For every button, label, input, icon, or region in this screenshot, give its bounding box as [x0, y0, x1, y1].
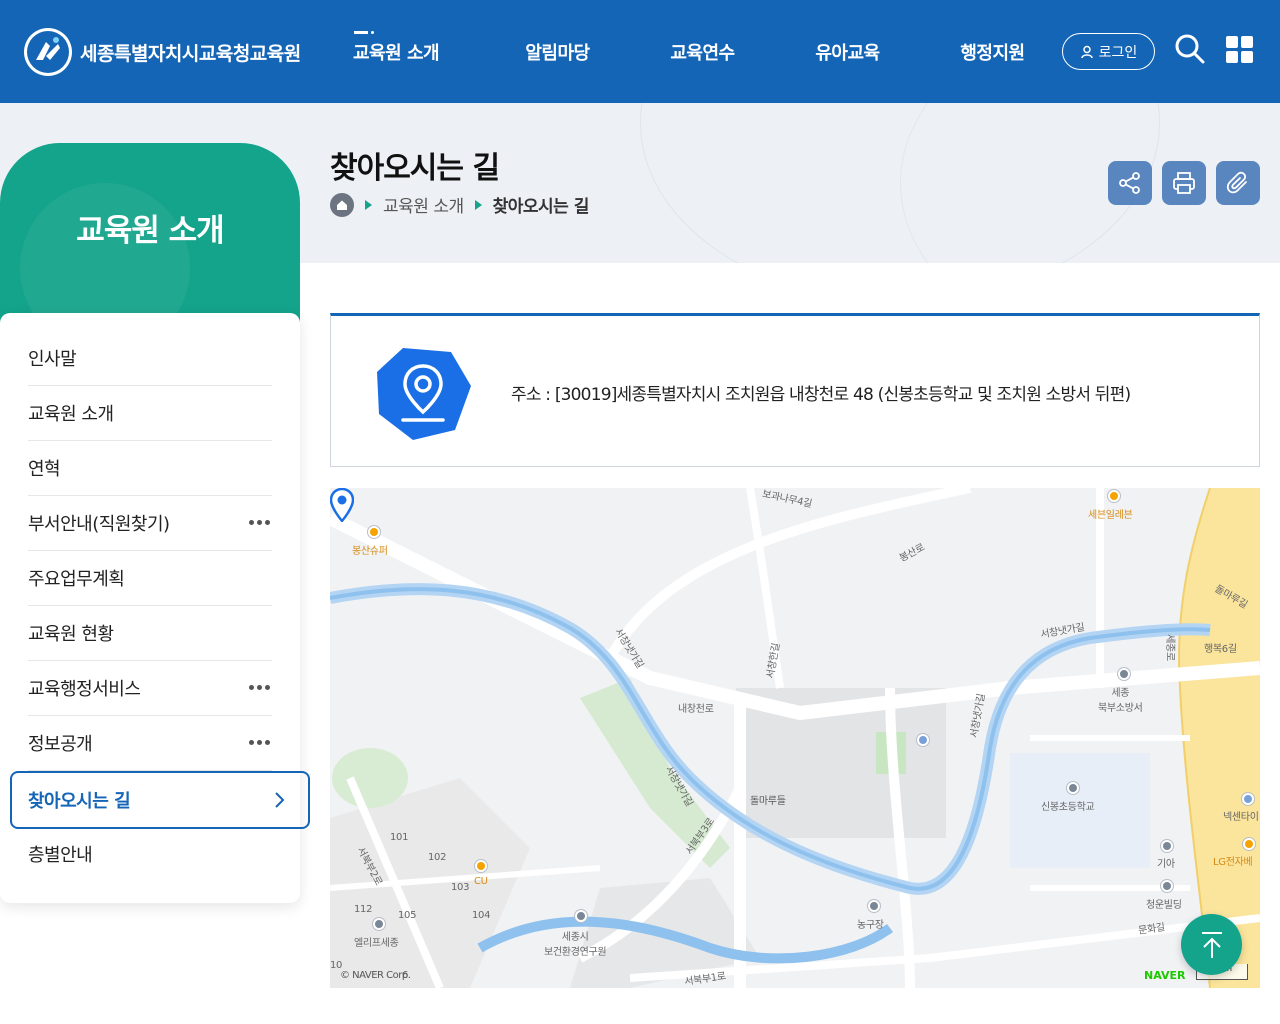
school-pin-icon[interactable] [1067, 782, 1079, 794]
gnb-item-intro[interactable]: 교육원 소개 [340, 0, 485, 103]
map-label: 112 [354, 904, 373, 915]
site-logo[interactable]: 세종특별자치시교육청교육원 [24, 28, 301, 76]
login-label: 로그인 [1098, 44, 1138, 61]
map-copyright: © NAVER Corp. [340, 970, 411, 981]
search-button[interactable] [1174, 33, 1206, 65]
parking-icon[interactable] [917, 734, 929, 746]
building-pin-icon[interactable] [1161, 880, 1173, 892]
location-pin-icon [377, 348, 471, 440]
lnb-item-disclosure[interactable]: 정보공개 [28, 716, 272, 771]
court-pin-icon[interactable] [868, 900, 880, 912]
map-label: 엘리프세종 [354, 938, 399, 949]
location-map[interactable]: 봉산슈퍼 세븐일레븐 보과나무4길 봉산로 서창냇가길 서창냇가길 서창냇가길 … [330, 488, 1260, 988]
destination-marker-icon[interactable] [330, 488, 354, 522]
store-pin-icon[interactable] [1243, 838, 1255, 850]
more-dots-icon[interactable] [249, 740, 270, 745]
breadcrumb: 교육원 소개 찾아오시는 길 [330, 192, 589, 217]
page-title: 찾아오시는 길 [330, 151, 500, 186]
address-text: 주소 : [30019]세종특별자치시 조치원읍 내창천로 48 (신봉초등학교… [511, 385, 1131, 405]
lnb-title: 교육원 소개 [76, 213, 224, 249]
map-label: 103 [451, 882, 470, 893]
store-pin-icon[interactable] [475, 860, 487, 872]
institute-pin-icon[interactable] [575, 910, 587, 922]
search-icon [1175, 34, 1205, 64]
gnb-item-admin[interactable]: 행정지원 [920, 0, 1065, 103]
naver-logo: NAVER [1144, 969, 1186, 982]
lnb-item-about[interactable]: 교육원 소개 [28, 386, 272, 441]
share-icon [1119, 172, 1140, 194]
grid-menu-icon[interactable] [1226, 36, 1253, 63]
map-label: 행복6길 [1204, 644, 1237, 655]
breadcrumb-arrow-icon [474, 199, 482, 210]
map-label: 세종 북부소방서 [1098, 688, 1143, 714]
site-header: 세종특별자치시교육청교육원 교육원 소개 알림마당 교육연수 유아교육 행정지원… [0, 0, 1280, 103]
store-pin-icon[interactable] [368, 526, 380, 538]
map-label: 봉산슈퍼 [352, 546, 388, 557]
gnb-item-notice[interactable]: 알림마당 [485, 0, 630, 103]
breadcrumb-item[interactable]: 교육원 소개 [383, 192, 464, 217]
share-button[interactable] [1108, 161, 1152, 205]
map-label: 세종시 보건환경연구원 [544, 932, 607, 958]
map-label: 청운빌딩 [1146, 900, 1182, 911]
apartment-pin-icon[interactable] [373, 918, 385, 930]
logo-emblem-icon [24, 28, 72, 76]
lnb-item-greeting[interactable]: 인사말 [28, 331, 272, 386]
lnb-item-plans[interactable]: 주요업무계획 [28, 551, 272, 606]
gnb-item-early-edu[interactable]: 유아교육 [775, 0, 920, 103]
map-label: 내창천로 [678, 704, 714, 715]
more-dots-icon[interactable] [249, 520, 270, 525]
arrow-up-icon [1201, 931, 1222, 958]
chevron-right-icon [275, 792, 285, 808]
print-icon [1173, 172, 1195, 194]
map-label: LG전자베 [1213, 857, 1253, 868]
more-dots-icon[interactable] [249, 685, 270, 690]
address-box: 주소 : [30019]세종특별자치시 조치원읍 내창천로 48 (신봉초등학교… [330, 313, 1260, 467]
user-icon [1080, 45, 1093, 58]
lnb-item-status[interactable]: 교육원 현황 [28, 606, 272, 661]
map-label: 세종로 [1163, 634, 1175, 661]
lnb-item-history[interactable]: 연혁 [28, 441, 272, 496]
map-label: 102 [428, 852, 447, 863]
attach-button[interactable] [1216, 161, 1260, 205]
global-nav: 교육원 소개 알림마당 교육연수 유아교육 행정지원 [340, 0, 1065, 103]
map-label: 넥센타이 [1223, 812, 1259, 823]
lnb-item-directions[interactable]: 찾아오시는 길 [10, 771, 310, 829]
map-label: 돌마루들 [750, 796, 786, 807]
map-label: 105 [398, 910, 417, 921]
map-label: 104 [472, 910, 491, 921]
map-canvas [330, 488, 1260, 988]
map-label: 기아 [1157, 859, 1175, 870]
map-label: 세븐일레븐 [1088, 510, 1133, 521]
home-icon[interactable] [330, 192, 354, 217]
map-label: 농구장 [857, 920, 884, 931]
car-pin-icon[interactable] [1161, 840, 1173, 852]
login-button[interactable]: 로그인 [1062, 33, 1155, 70]
site-name: 세종특별자치시교육청교육원 [80, 42, 301, 65]
map-label: 신봉초등학교 [1041, 802, 1095, 813]
print-button[interactable] [1162, 161, 1206, 205]
attach-icon [1226, 171, 1247, 194]
shop-pin-icon[interactable] [1242, 793, 1254, 805]
scroll-top-button[interactable] [1181, 914, 1242, 975]
store-pin-icon[interactable] [1108, 490, 1120, 502]
lnb-item-departments[interactable]: 부서안내(직원찾기) [28, 496, 272, 551]
local-nav: 인사말 교육원 소개 연혁 부서안내(직원찾기) 주요업무계획 교육원 현황 교… [0, 313, 310, 903]
lnb-item-services[interactable]: 교육행정서비스 [28, 661, 272, 716]
fire-station-pin-icon[interactable] [1118, 668, 1130, 680]
lnb-item-floor-guide[interactable]: 층별안내 [28, 826, 272, 881]
breadcrumb-arrow-icon [365, 199, 372, 210]
map-label: CU [474, 876, 488, 887]
breadcrumb-current: 찾아오시는 길 [492, 197, 590, 217]
gnb-item-training[interactable]: 교육연수 [630, 0, 775, 103]
map-label: 101 [390, 832, 409, 843]
